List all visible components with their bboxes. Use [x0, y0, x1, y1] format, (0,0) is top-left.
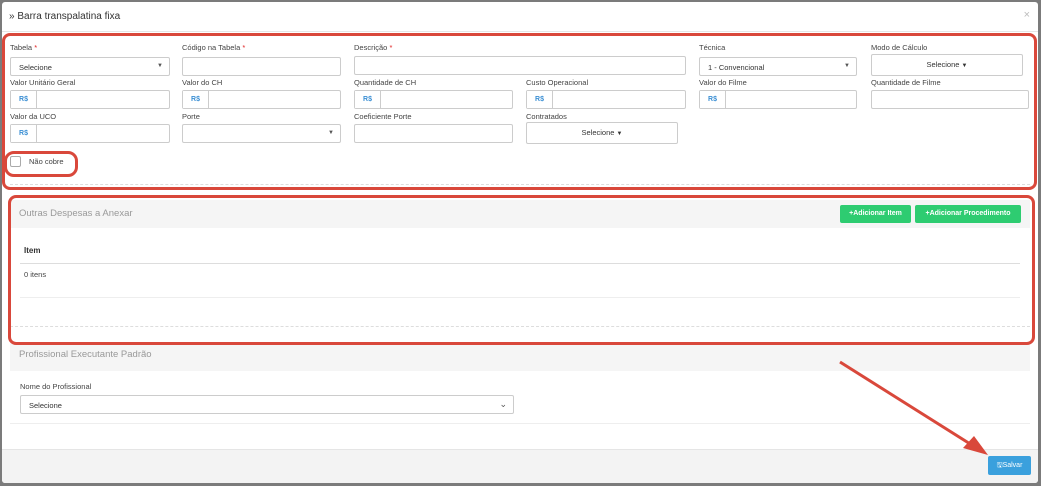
arrow-line	[839, 360, 976, 449]
annotation-arrow	[839, 360, 988, 455]
arrow-head	[963, 436, 988, 455]
